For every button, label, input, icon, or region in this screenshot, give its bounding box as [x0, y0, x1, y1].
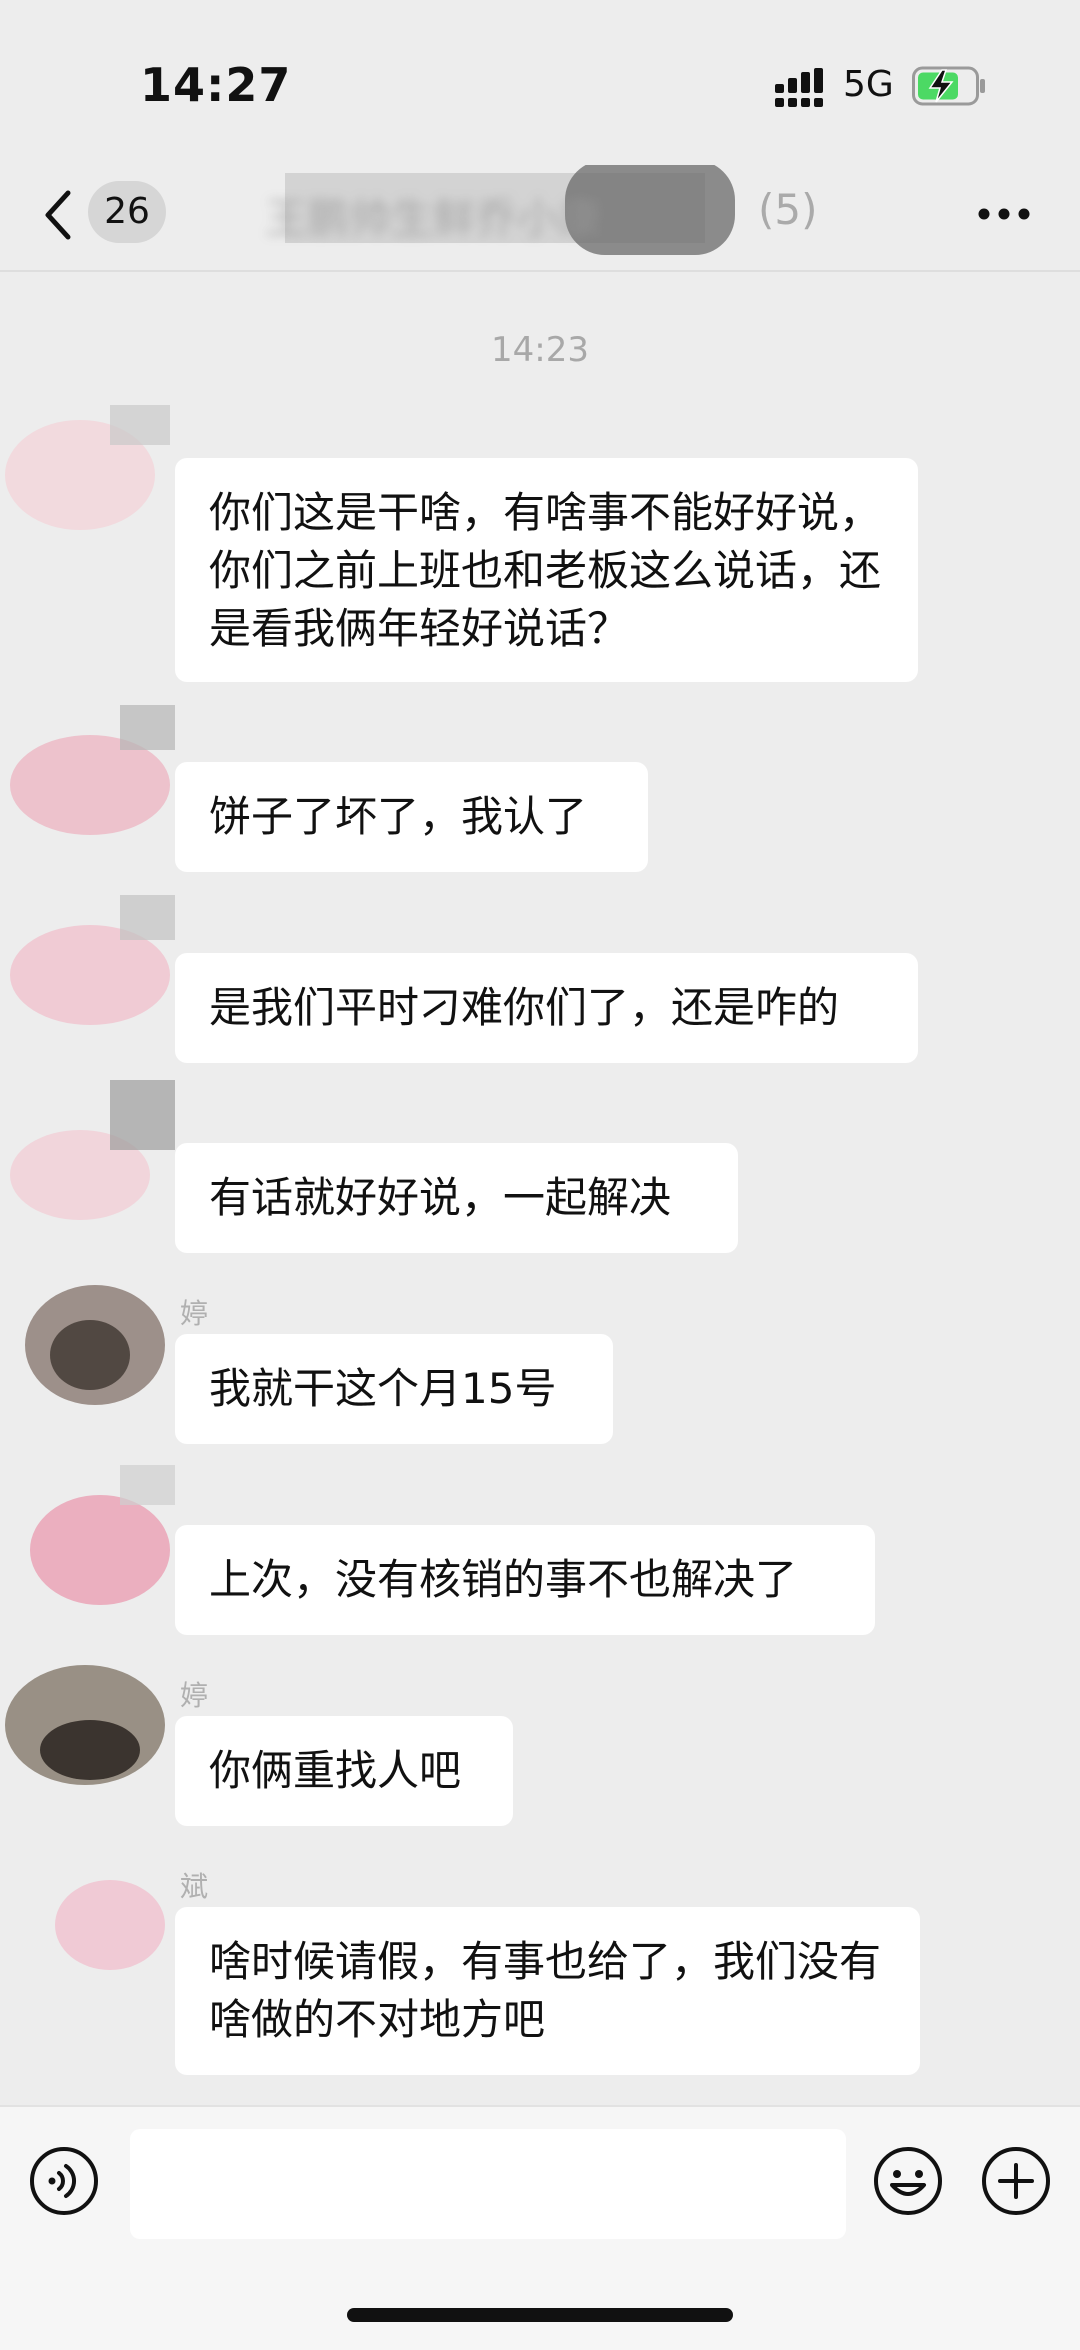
emoji-icon[interactable] [872, 2145, 944, 2217]
chat-header: 26 王鹏帅生鲜乔小康 (5) [0, 155, 1080, 272]
plus-icon[interactable] [980, 2145, 1052, 2217]
network-label: 5G [843, 64, 894, 105]
status-bar: 14:27 5G [0, 0, 1080, 175]
avatar[interactable] [0, 1080, 175, 1230]
avatar[interactable] [0, 1265, 175, 1415]
group-member-count: (5) [758, 185, 818, 234]
message-bubble[interactable]: 有话就好好说，一起解决 [175, 1143, 738, 1253]
sender-name: 婷 [180, 1297, 209, 1330]
message-bubble[interactable]: 啥时候请假，有事也给了，我们没有啥做的不对地方吧 [175, 1907, 920, 2075]
message-bubble[interactable]: 饼子了坏了，我认了 [175, 762, 648, 872]
unread-count-badge[interactable]: 26 [88, 181, 166, 243]
message-input[interactable] [130, 2129, 846, 2239]
group-title: 王鹏帅生鲜乔小康 [265, 194, 602, 243]
home-indicator [347, 2308, 733, 2322]
chevron-left-icon[interactable] [40, 187, 76, 243]
message-bubble[interactable]: 你们这是干啥，有啥事不能好好说，你们之前上班也和老板这么说话，还是看我俩年轻好说… [175, 458, 918, 682]
more-horizontal-icon[interactable] [978, 207, 1030, 221]
status-time: 14:27 [140, 58, 292, 112]
avatar[interactable] [0, 1465, 175, 1615]
voice-icon[interactable] [28, 2145, 100, 2217]
message-bubble[interactable]: 你俩重找人吧 [175, 1716, 513, 1826]
avatar[interactable] [0, 890, 175, 1040]
signal-icon [775, 68, 823, 107]
message-timestamp: 14:23 [491, 330, 589, 370]
message-bubble[interactable]: 是我们平时刁难你们了，还是咋的 [175, 953, 918, 1063]
avatar[interactable] [0, 700, 175, 850]
avatar[interactable] [0, 1855, 175, 2005]
battery-charging-icon [912, 66, 985, 106]
message-bubble[interactable]: 上次，没有核销的事不也解决了 [175, 1525, 875, 1635]
sender-name: 婷 [180, 1679, 209, 1712]
avatar[interactable] [0, 1645, 175, 1795]
avatar[interactable] [0, 395, 175, 545]
message-bubble[interactable]: 我就干这个月15号 [175, 1334, 613, 1444]
sender-name: 斌 [180, 1870, 209, 1903]
